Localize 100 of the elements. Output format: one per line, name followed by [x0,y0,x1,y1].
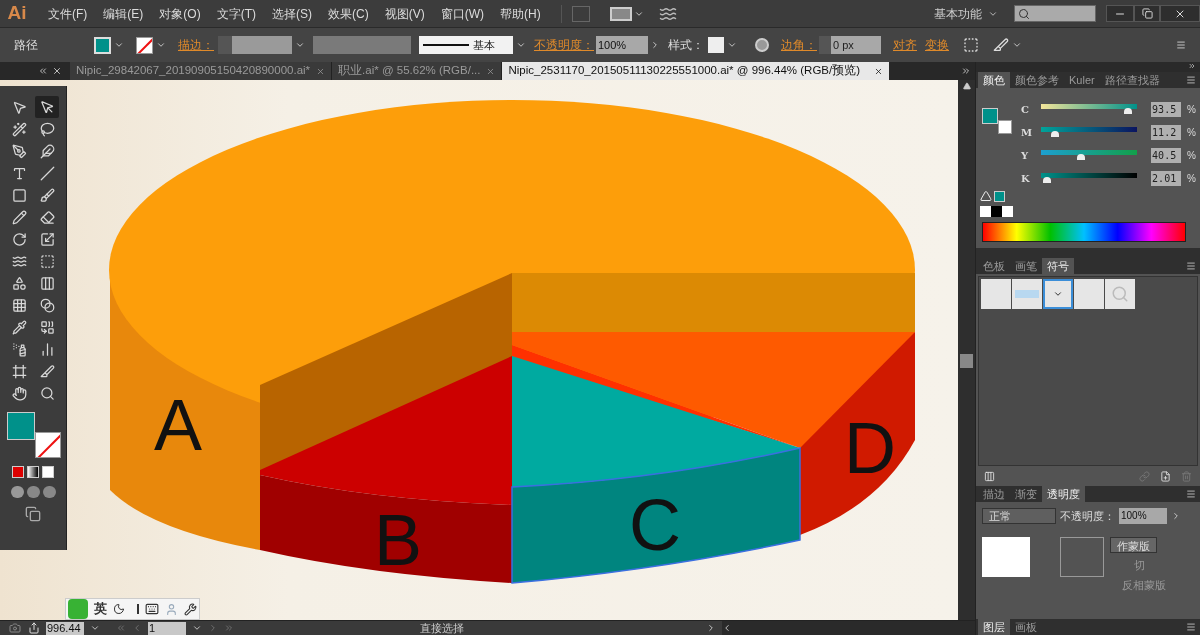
ime-mode-button[interactable]: 英 [94,599,107,619]
fill-color-swatch[interactable] [982,108,998,124]
wrench-icon[interactable] [184,602,197,616]
menu-item[interactable]: 选择(S) [266,4,318,23]
collapse-icon[interactable] [38,66,48,76]
stroke-swatch[interactable] [136,36,153,54]
panel-tab[interactable]: 描边 [978,486,1010,502]
panel-tab[interactable]: Kuler [1064,72,1100,88]
make-mask-button[interactable]: 作蒙版 [1110,536,1157,553]
panel-menu-icon[interactable] [1186,489,1196,499]
panel-tab[interactable]: 颜色 [978,72,1010,88]
transform-link[interactable]: 变换 [925,36,949,54]
slider-thumb[interactable] [1050,131,1059,137]
panel-tab[interactable]: 画板 [1010,619,1042,635]
panel-tab[interactable]: 渐变 [1010,486,1042,502]
caret-icon[interactable] [114,40,124,50]
minimize-button[interactable] [1106,5,1134,22]
artboard-field[interactable]: 1 [148,621,186,635]
caret-icon[interactable] [192,623,202,633]
keyboard-icon[interactable] [145,602,159,616]
panel-tab[interactable]: 画笔 [1010,258,1042,274]
panel-tab[interactable]: 色板 [978,258,1010,274]
caret-icon[interactable] [516,40,526,50]
caret-icon[interactable] [90,623,100,633]
menu-item[interactable]: 文字(T) [210,4,262,23]
stroke-none-swatch[interactable] [35,432,61,458]
workspace-switcher[interactable]: 基本功能 [934,4,998,23]
new-symbol-icon[interactable] [1160,470,1171,482]
collapse-icon[interactable] [1188,62,1196,70]
symbol-thumbnail[interactable] [1012,279,1042,309]
color-swatch[interactable] [1002,206,1013,217]
corner-field[interactable]: 0 px [819,36,881,54]
horizontal-scrollbar[interactable] [722,620,975,635]
draw-normal-icon[interactable] [10,486,24,498]
scroll-left-icon[interactable] [722,623,732,633]
menu-item[interactable]: 视图(V) [378,4,431,23]
stroke-profile-dropdown[interactable]: 基本 [419,36,513,54]
opacity-field[interactable]: 100% [1119,508,1167,525]
style-swatch[interactable] [708,37,724,53]
panel-tab[interactable]: 颜色参考 [1010,72,1064,88]
document-tab[interactable]: Nipic_29842067_20190905150420890000.ai* [70,62,333,80]
panel-tab[interactable]: 符号 [1042,258,1074,274]
slider-thumb[interactable] [1042,177,1051,183]
expand-icon[interactable] [961,66,971,76]
arrange-documents-icon[interactable] [609,6,632,21]
restore-button[interactable] [1134,5,1160,22]
scroll-up-icon[interactable] [962,82,971,90]
panel-tab[interactable]: 路径查找器 [1099,72,1165,88]
caret-icon[interactable] [727,40,737,50]
stroke-none-swatch[interactable] [998,120,1012,134]
menu-item[interactable]: 窗口(W) [434,4,490,23]
zoom-field[interactable]: 996.44 [46,621,84,635]
panel-tab[interactable]: 透明度 [1042,486,1085,502]
corner-link[interactable]: 边角： [781,36,817,54]
camera-icon[interactable] [8,622,22,634]
search-field[interactable] [1014,5,1096,22]
stroke-link[interactable]: 描边： [178,36,214,54]
channel-value-field[interactable]: 2.01 [1151,170,1182,186]
none-swatch[interactable] [980,206,991,217]
panel-menu-icon[interactable] [1186,261,1196,271]
fill-color-swatch[interactable] [7,412,35,440]
symbol-library-icon[interactable] [984,470,995,482]
screen-mode-icon[interactable] [23,506,43,522]
share-icon[interactable] [28,622,40,634]
menu-item[interactable]: 对象(O) [153,4,207,23]
stroke-weight-field[interactable] [218,36,292,54]
gradient-mode-icon[interactable] [27,466,39,478]
channel-value-field[interactable]: 40.5 [1151,147,1182,163]
close-icon[interactable] [52,66,62,76]
slider-thumb[interactable] [1077,154,1086,160]
panel-menu-icon[interactable] [1186,75,1196,85]
options-icon[interactable] [993,37,1009,53]
gamut-swatch[interactable] [994,190,1005,202]
draw-inside-icon[interactable] [42,486,56,498]
fill-swatch[interactable] [94,36,111,54]
menu-item[interactable]: 效果(C) [322,4,375,23]
recolor-icon[interactable] [755,38,769,52]
menu-item[interactable]: 帮助(H) [494,4,547,23]
opacity-field[interactable]: 100% [596,36,648,54]
color-swatch[interactable] [991,206,1002,217]
symbol-thumbnail[interactable] [1105,279,1135,309]
caret-icon[interactable] [1012,40,1022,50]
align-link[interactable]: 对齐 [893,36,917,54]
caret-icon[interactable] [295,40,305,50]
symbol-thumbnail[interactable] [981,279,1011,309]
symbol-thumbnail[interactable] [1043,279,1073,309]
close-icon[interactable] [874,66,883,76]
menu-item[interactable]: 编辑(E) [97,4,150,23]
scroll-thumb[interactable] [960,354,973,368]
document-tab[interactable]: Nipic_2531170_20150511130225551000.ai* @ 996.44% (RGB/预览) [502,62,889,80]
color-mode-icon[interactable] [12,466,24,478]
color-spectrum-bar[interactable] [982,222,1186,242]
vertical-scrollbar[interactable] [958,80,975,620]
panel-menu-icon[interactable] [1186,622,1196,632]
document-tab[interactable]: 职业.ai* @ 55.62% (RGB/... [332,62,503,80]
opacity-link[interactable]: 不透明度： [534,36,594,54]
menu-item[interactable]: 文件(F) [42,4,94,23]
blend-mode-dropdown[interactable]: 正常 [982,508,1056,525]
moon-icon[interactable] [113,603,125,615]
channel-value-field[interactable]: 11.2 [1151,124,1182,140]
